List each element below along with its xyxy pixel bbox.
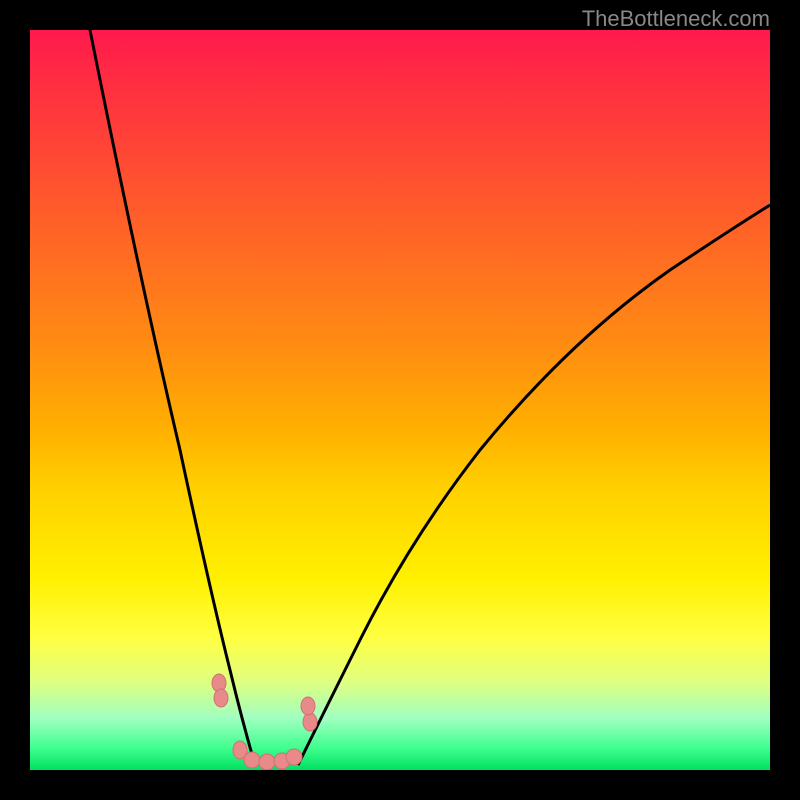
- right-curve-path: [298, 205, 770, 765]
- marker-group: [212, 674, 317, 770]
- watermark-text: TheBottleneck.com: [582, 6, 770, 32]
- left-curve-path: [90, 30, 255, 765]
- chart-plot-area: [30, 30, 770, 770]
- chart-svg: [30, 30, 770, 770]
